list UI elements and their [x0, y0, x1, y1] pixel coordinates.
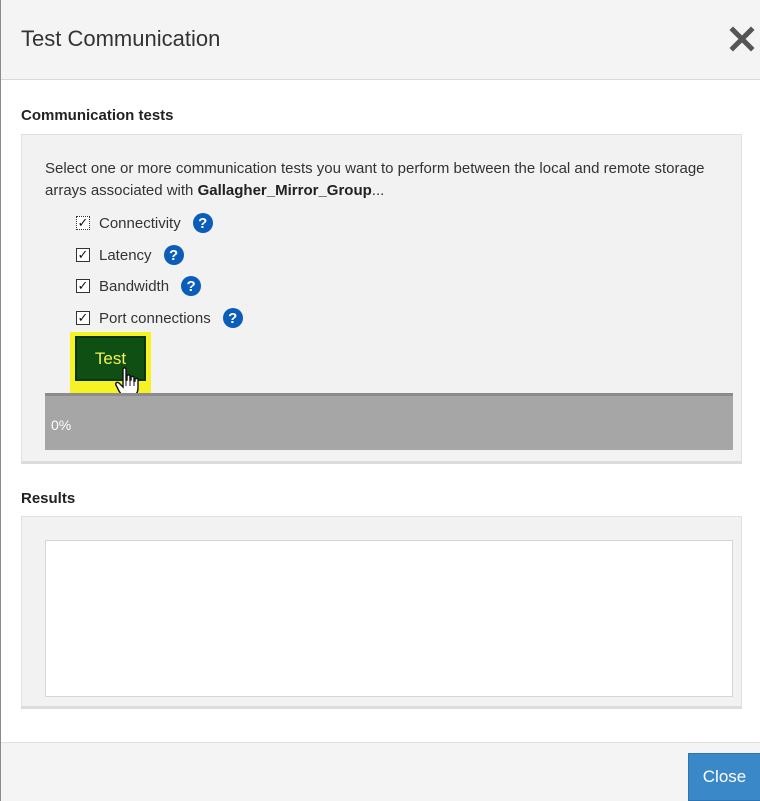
question-circle-icon[interactable]: ?: [222, 308, 243, 328]
progress-label: 0%: [51, 417, 72, 433]
communication-tests-description: Select one or more communication tests y…: [45, 158, 725, 202]
connectivity-label: Connectivity: [99, 214, 181, 232]
communication-tests-heading: Communication tests: [21, 107, 174, 124]
port-connections-label: Port connections: [99, 309, 211, 327]
connectivity-checkbox[interactable]: ✓: [76, 216, 90, 230]
bandwidth-label: Bandwidth: [99, 277, 170, 295]
progress-bar: 0%: [45, 393, 733, 450]
results-output: [45, 540, 733, 697]
option-port-connections[interactable]: ✓ Port connections ?: [76, 306, 243, 330]
option-connectivity[interactable]: ✓ Connectivity ?: [76, 211, 213, 235]
question-circle-icon[interactable]: ?: [163, 245, 184, 265]
latency-label: Latency: [99, 246, 152, 264]
dialog-header: Test Communication: [1, 0, 760, 80]
bandwidth-checkbox[interactable]: ✓: [76, 279, 90, 293]
port-connections-checkbox[interactable]: ✓: [76, 311, 90, 325]
question-circle-icon[interactable]: ?: [181, 276, 202, 296]
results-heading: Results: [21, 490, 76, 507]
dialog-title: Test Communication: [21, 26, 221, 51]
test-communication-dialog: Test Communication Communication tests S…: [0, 0, 760, 801]
option-latency[interactable]: ✓ Latency ?: [76, 243, 184, 267]
close-button[interactable]: Close: [688, 753, 760, 801]
question-circle-icon[interactable]: ?: [192, 213, 213, 233]
close-icon[interactable]: [727, 24, 757, 54]
dialog-footer: [1, 742, 760, 801]
latency-checkbox[interactable]: ✓: [76, 248, 90, 262]
mirror-group-name: Gallagher_Mirror_Group: [197, 182, 372, 199]
description-suffix: ...: [371, 182, 385, 199]
option-bandwidth[interactable]: ✓ Bandwidth ?: [76, 274, 202, 298]
